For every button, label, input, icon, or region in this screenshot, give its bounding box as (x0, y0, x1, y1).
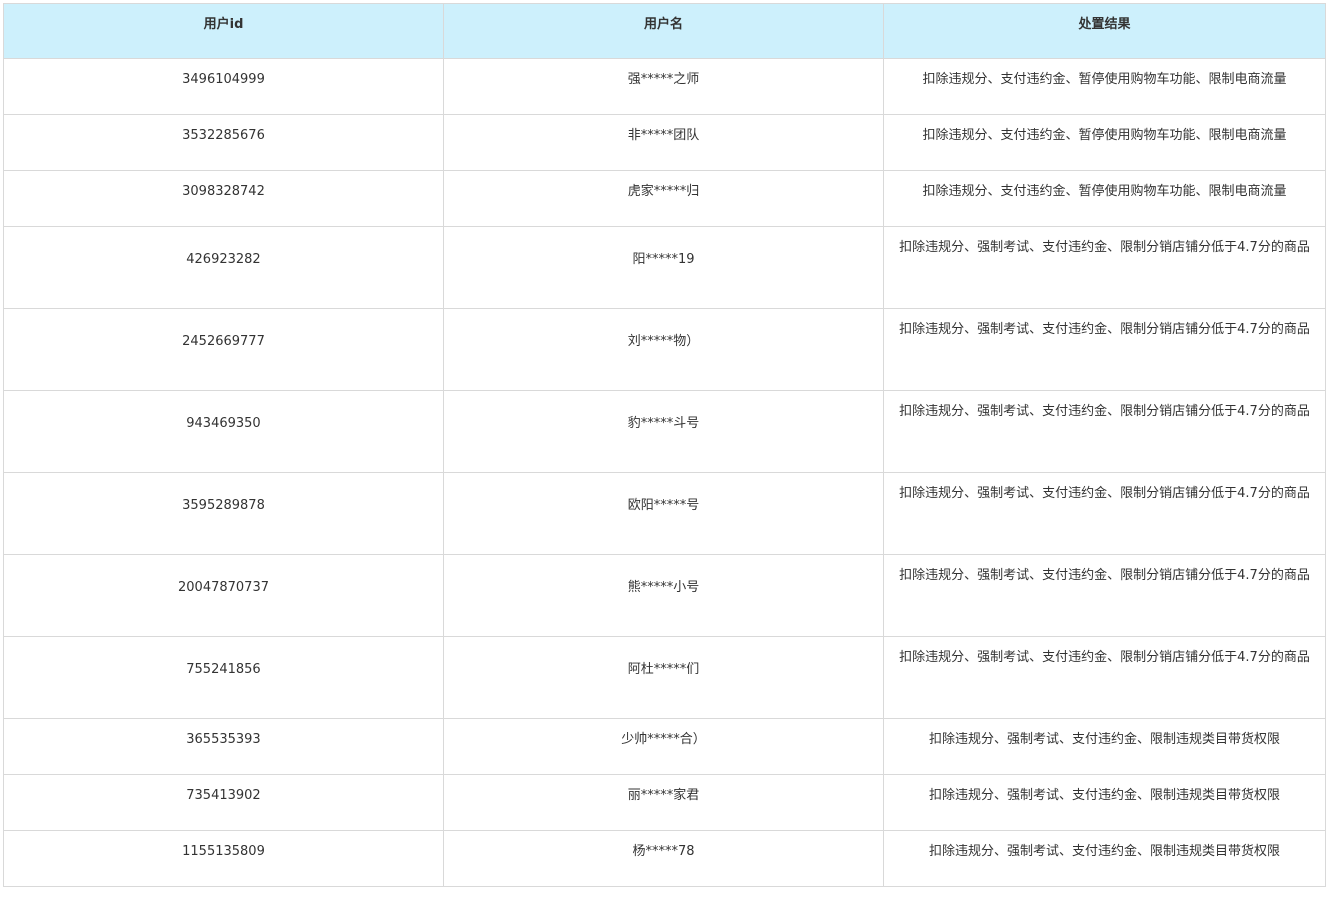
cell-user-id: 735413902 (3, 774, 444, 831)
cell-user-name: 杨*****78 (443, 830, 884, 887)
cell-result: 扣除违规分、强制考试、支付违约金、限制分销店铺分低于4.7分的商品 (883, 226, 1326, 309)
header-row: 用户id 用户名 处置结果 (3, 3, 1326, 59)
cell-user-id: 943469350 (3, 390, 444, 473)
cell-user-name: 强*****之师 (443, 58, 884, 115)
cell-user-id: 365535393 (3, 718, 444, 775)
cell-user-name: 阿杜*****们 (443, 636, 884, 719)
cell-result: 扣除违规分、强制考试、支付违约金、限制违规类目带货权限 (883, 774, 1326, 831)
cell-user-id: 3532285676 (3, 114, 444, 171)
cell-result: 扣除违规分、强制考试、支付违约金、限制分销店铺分低于4.7分的商品 (883, 390, 1326, 473)
column-header-user-id: 用户id (3, 3, 444, 59)
cell-user-name: 刘*****物） (443, 308, 884, 391)
cell-user-id: 3595289878 (3, 472, 444, 555)
cell-user-name: 豹*****斗号 (443, 390, 884, 473)
cell-result: 扣除违规分、支付违约金、暂停使用购物车功能、限制电商流量 (883, 58, 1326, 115)
cell-user-id: 2452669777 (3, 308, 444, 391)
penalty-table-container: 用户id 用户名 处置结果 3496104999 强*****之师 扣除违规分、支付… (3, 3, 1326, 887)
cell-user-id: 3098328742 (3, 170, 444, 227)
table-header: 用户id 用户名 处置结果 (3, 3, 1326, 59)
cell-result: 扣除违规分、支付违约金、暂停使用购物车功能、限制电商流量 (883, 170, 1326, 227)
column-header-result: 处置结果 (883, 3, 1326, 59)
cell-user-name: 欧阳*****号 (443, 472, 884, 555)
table-row: 3098328742 虎家*****归 扣除违规分、支付违约金、暂停使用购物车功能、… (3, 170, 1326, 227)
cell-user-name: 非*****团队 (443, 114, 884, 171)
cell-user-name: 丽*****家君 (443, 774, 884, 831)
cell-result: 扣除违规分、强制考试、支付违约金、限制违规类目带货权限 (883, 830, 1326, 887)
table-row: 426923282 阳*****19 扣除违规分、强制考试、支付违约金、限制分销店铺… (3, 226, 1326, 309)
table-row: 3496104999 强*****之师 扣除违规分、支付违约金、暂停使用购物车功能、… (3, 58, 1326, 115)
cell-user-id: 20047870737 (3, 554, 444, 637)
cell-user-id: 755241856 (3, 636, 444, 719)
column-header-user-name: 用户名 (443, 3, 884, 59)
cell-result: 扣除违规分、强制考试、支付违约金、限制违规类目带货权限 (883, 718, 1326, 775)
cell-result: 扣除违规分、强制考试、支付违约金、限制分销店铺分低于4.7分的商品 (883, 472, 1326, 555)
table-row: 2452669777 刘*****物） 扣除违规分、强制考试、支付违约金、限制分销店… (3, 308, 1326, 391)
cell-result: 扣除违规分、强制考试、支付违约金、限制分销店铺分低于4.7分的商品 (883, 554, 1326, 637)
cell-result: 扣除违规分、支付违约金、暂停使用购物车功能、限制电商流量 (883, 114, 1326, 171)
cell-result: 扣除违规分、强制考试、支付违约金、限制分销店铺分低于4.7分的商品 (883, 308, 1326, 391)
table-row: 735413902 丽*****家君 扣除违规分、强制考试、支付违约金、限制违规类目… (3, 774, 1326, 831)
cell-result: 扣除违规分、强制考试、支付违约金、限制分销店铺分低于4.7分的商品 (883, 636, 1326, 719)
table-row: 20047870737 熊*****小号 扣除违规分、强制考试、支付违约金、限制分销… (3, 554, 1326, 637)
table-row: 1155135809 杨*****78 扣除违规分、强制考试、支付违约金、限制违规类… (3, 830, 1326, 887)
cell-user-name: 虎家*****归 (443, 170, 884, 227)
table-row: 755241856 阿杜*****们 扣除违规分、强制考试、支付违约金、限制分销店铺… (3, 636, 1326, 719)
table-body: 3496104999 强*****之师 扣除违规分、支付违约金、暂停使用购物车功能、… (3, 58, 1326, 887)
cell-user-name: 阳*****19 (443, 226, 884, 309)
table-row: 943469350 豹*****斗号 扣除违规分、强制考试、支付违约金、限制分销店铺… (3, 390, 1326, 473)
penalty-table: 用户id 用户名 处置结果 3496104999 强*****之师 扣除违规分、支付… (3, 3, 1326, 887)
cell-user-id: 426923282 (3, 226, 444, 309)
table-row: 365535393 少帅*****合） 扣除违规分、强制考试、支付违约金、限制违规类… (3, 718, 1326, 775)
cell-user-name: 熊*****小号 (443, 554, 884, 637)
cell-user-name: 少帅*****合） (443, 718, 884, 775)
cell-user-id: 3496104999 (3, 58, 444, 115)
cell-user-id: 1155135809 (3, 830, 444, 887)
table-row: 3532285676 非*****团队 扣除违规分、支付违约金、暂停使用购物车功能、… (3, 114, 1326, 171)
table-row: 3595289878 欧阳*****号 扣除违规分、强制考试、支付违约金、限制分销店… (3, 472, 1326, 555)
